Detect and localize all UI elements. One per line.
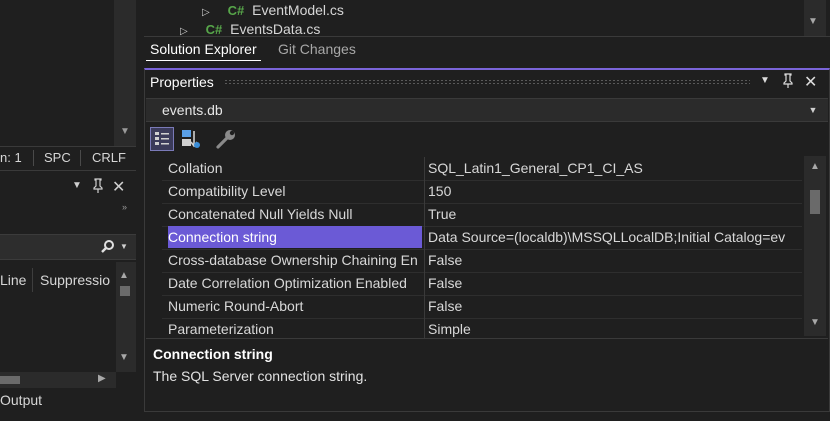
pin-icon[interactable] xyxy=(782,73,794,92)
scroll-down-arrow-icon[interactable]: ▼ xyxy=(808,16,818,27)
property-value[interactable]: 150 xyxy=(428,180,802,202)
horizontal-scroll-thumb[interactable] xyxy=(0,376,20,384)
scroll-up-arrow-icon[interactable]: ▲ xyxy=(119,270,129,281)
property-name: Numeric Round-Abort xyxy=(168,298,304,314)
property-row-selected[interactable]: Connection string Data Source=(localdb)\… xyxy=(162,226,802,250)
error-list-header-buttons: ▼ ✕ » xyxy=(70,177,136,212)
expand-arrow-icon[interactable]: ▷ xyxy=(180,26,188,36)
tab-git-changes[interactable]: Git Changes xyxy=(274,38,360,60)
error-list-search-box[interactable]: ▼ xyxy=(0,234,136,260)
property-grid-scrollbar[interactable]: ▲ ▼ xyxy=(804,156,826,336)
status-separator xyxy=(80,150,81,166)
overflow-chevron-icon[interactable]: » xyxy=(122,202,127,212)
wrench-icon xyxy=(216,130,235,149)
properties-title: Properties xyxy=(150,74,214,90)
scroll-right-arrow-icon[interactable]: ▶ xyxy=(98,373,106,384)
scroll-down-arrow-icon[interactable]: ▼ xyxy=(119,352,129,363)
scroll-thumb[interactable] xyxy=(810,190,820,214)
close-icon[interactable]: ✕ xyxy=(804,72,817,92)
error-list-vertical-scrollbar[interactable]: ▲ ▼ xyxy=(116,262,136,372)
scroll-up-arrow-icon[interactable]: ▲ xyxy=(808,160,822,174)
close-icon[interactable]: ✕ xyxy=(112,177,125,197)
property-value[interactable]: False xyxy=(428,249,802,271)
crlf-indicator[interactable]: CRLF xyxy=(92,149,126,167)
property-name: Compatibility Level xyxy=(168,183,286,199)
object-selector[interactable] xyxy=(146,98,828,122)
property-row[interactable]: Parameterization Simple xyxy=(162,318,802,338)
column-separator[interactable] xyxy=(424,295,425,318)
scroll-down-arrow-icon[interactable]: ▼ xyxy=(118,126,132,140)
column-separator[interactable] xyxy=(424,318,425,338)
property-name: Parameterization xyxy=(168,321,274,337)
output-tab[interactable]: Output xyxy=(0,392,136,414)
dropdown-arrow-icon[interactable]: ▼ xyxy=(760,75,770,86)
alphabetical-sort-icon xyxy=(182,130,200,148)
column-header-line[interactable]: Line xyxy=(0,270,26,290)
property-row[interactable]: Collation SQL_Latin1_General_CP1_CI_AS xyxy=(162,157,802,181)
editor-status-strip: n: 1 SPC CRLF xyxy=(0,146,136,168)
categorized-view-button[interactable] xyxy=(150,127,174,151)
property-row[interactable]: Cross-database Ownership Chaining En Fal… xyxy=(162,249,802,273)
property-row[interactable]: Numeric Round-Abort False xyxy=(162,295,802,319)
property-name: Connection string xyxy=(168,226,422,248)
panel-splitter[interactable] xyxy=(136,0,144,421)
column-separator[interactable] xyxy=(424,249,425,272)
left-vertical-scrollbar[interactable]: ▼ xyxy=(114,0,136,146)
tree-item-label: EventsData.cs xyxy=(230,24,321,36)
categorized-icon xyxy=(155,132,169,145)
dropdown-arrow-icon[interactable]: ▼ xyxy=(72,180,82,191)
spc-indicator[interactable]: SPC xyxy=(44,149,71,167)
line-indicator[interactable]: n: 1 xyxy=(0,149,22,167)
properties-title-buttons: ▼ ✕ xyxy=(758,72,824,92)
property-row[interactable]: Date Correlation Optimization Enabled Fa… xyxy=(162,272,802,296)
tree-item-label: EventModel.cs xyxy=(252,2,344,18)
tab-solution-explorer[interactable]: Solution Explorer xyxy=(146,38,261,61)
selected-object-name: events.db xyxy=(162,102,223,118)
property-name: Date Correlation Optimization Enabled xyxy=(168,275,407,291)
property-row[interactable]: Concatenated Null Yields Null True xyxy=(162,203,802,227)
property-value[interactable]: SQL_Latin1_General_CP1_CI_AS xyxy=(428,157,802,179)
properties-toolbar xyxy=(146,124,828,156)
csharp-file-icon: C# xyxy=(227,3,245,18)
search-icon[interactable] xyxy=(100,239,116,258)
property-value[interactable]: True xyxy=(428,203,802,225)
property-value[interactable]: False xyxy=(428,295,802,317)
scroll-thumb[interactable] xyxy=(120,286,130,296)
description-text: The SQL Server connection string. xyxy=(153,368,368,384)
error-list-horizontal-scrollbar[interactable]: ▶ xyxy=(0,372,116,388)
description-title: Connection string xyxy=(153,346,273,362)
column-separator[interactable] xyxy=(424,157,425,180)
property-pages-button[interactable] xyxy=(214,127,238,151)
tree-item[interactable]: ▷ C# EventsData.cs xyxy=(180,24,320,36)
property-name: Collation xyxy=(168,160,223,176)
scroll-down-arrow-icon[interactable]: ▼ xyxy=(808,316,822,330)
property-name: Concatenated Null Yields Null xyxy=(168,206,353,222)
column-separator[interactable] xyxy=(424,272,425,295)
pin-icon[interactable] xyxy=(92,178,104,197)
property-value[interactable]: False xyxy=(428,272,802,294)
column-separator[interactable] xyxy=(424,226,425,249)
tree-item[interactable]: ▷ C# EventModel.cs xyxy=(202,0,344,20)
search-options-arrow-icon[interactable]: ▼ xyxy=(120,242,128,251)
alphabetical-view-button[interactable] xyxy=(179,127,203,151)
property-value[interactable]: Data Source=(localdb)\MSSQLLocalDB;Initi… xyxy=(428,226,802,248)
property-row[interactable]: Compatibility Level 150 xyxy=(162,180,802,204)
property-name: Cross-database Ownership Chaining En xyxy=(168,252,418,268)
solution-explorer-tab-strip: Solution Explorer Git Changes xyxy=(144,36,830,61)
csharp-file-icon: C# xyxy=(205,24,223,36)
object-selector-arrow-icon[interactable]: ▼ xyxy=(806,102,820,118)
title-grip-dots xyxy=(224,79,750,85)
property-value[interactable]: Simple xyxy=(428,318,802,338)
column-separator[interactable] xyxy=(424,203,425,226)
column-separator xyxy=(32,268,33,292)
column-separator[interactable] xyxy=(424,180,425,203)
property-grid: Collation SQL_Latin1_General_CP1_CI_AS C… xyxy=(146,156,828,338)
status-separator xyxy=(33,150,34,166)
expand-arrow-icon[interactable]: ▷ xyxy=(202,7,210,18)
column-header-suppression[interactable]: Suppressio xyxy=(40,270,116,290)
solution-explorer-scrollbar[interactable]: ▼ xyxy=(804,0,826,36)
